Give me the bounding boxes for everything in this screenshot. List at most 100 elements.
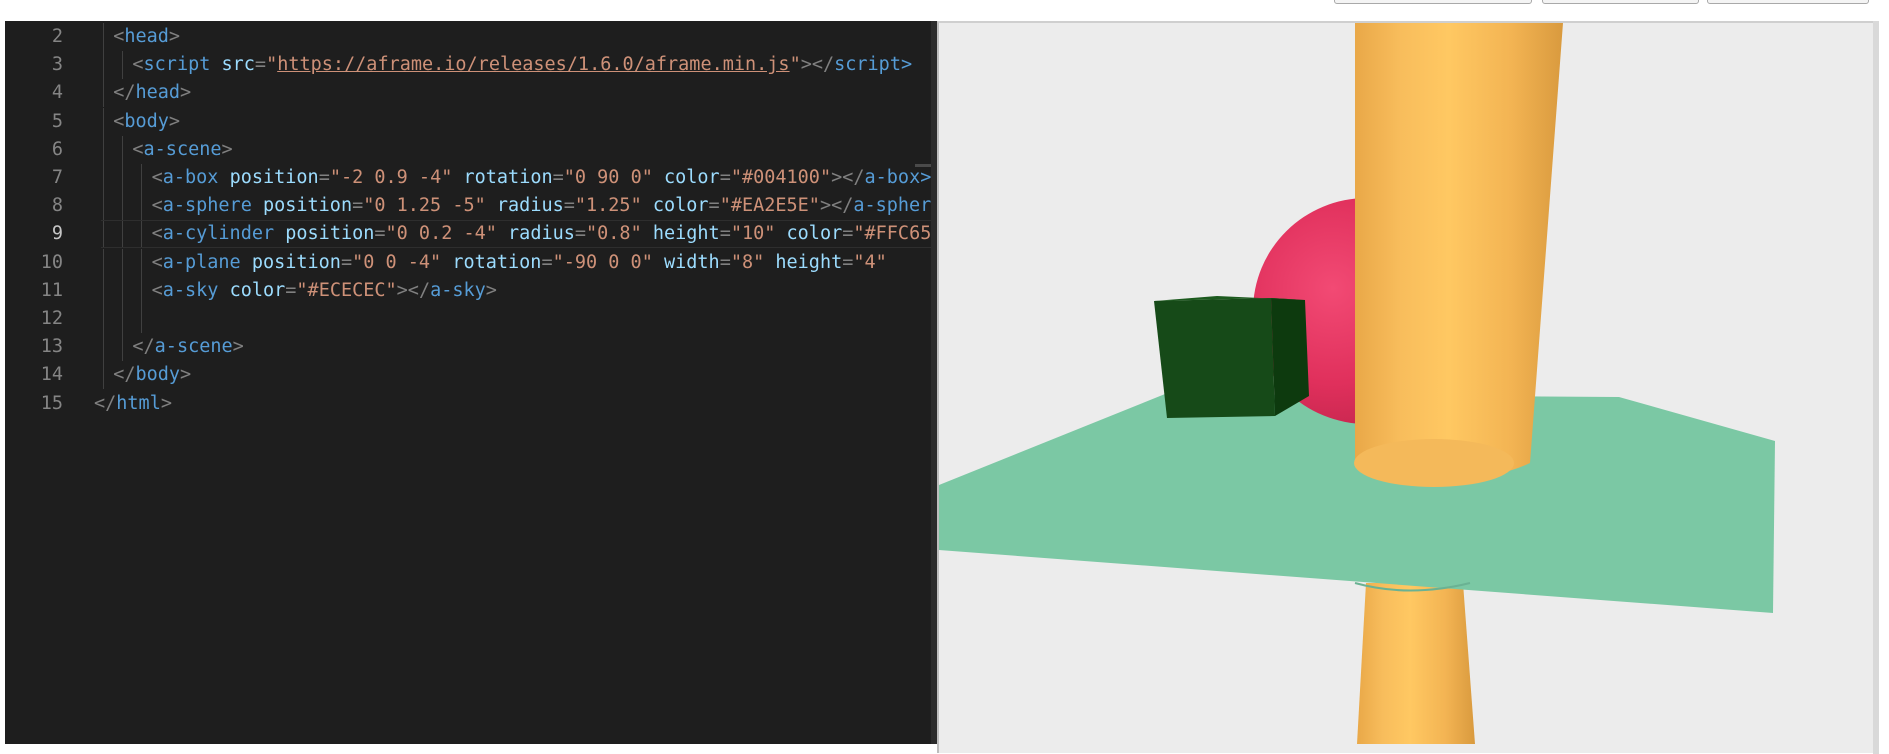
indent-guide <box>103 164 104 192</box>
code-token-tag: a-cylinder <box>162 223 275 245</box>
indent-guide <box>103 23 104 51</box>
code-token-punc: = <box>541 251 553 273</box>
code-token-punc: = <box>563 195 575 217</box>
code-token-punc: < <box>151 167 163 188</box>
code-token-attr: position <box>285 223 375 245</box>
code-token-str: " <box>266 54 278 76</box>
line-number: 14 <box>40 364 63 386</box>
line-number: 7 <box>51 167 63 188</box>
code-token-punc: ></ <box>800 54 835 76</box>
toolbar-button-2[interactable] <box>1542 0 1699 4</box>
code-token-punc: = <box>374 223 386 245</box>
code-text: <body> <box>113 108 180 136</box>
code-text: <a-cylinder position="0 0.2 -4" radius="… <box>152 220 936 248</box>
code-token-punc: > <box>168 26 181 47</box>
code-token-punc: < <box>151 195 163 217</box>
scene-preview[interactable] <box>937 21 1873 753</box>
indent-guide <box>122 220 124 249</box>
code-token-punc: < <box>113 26 125 47</box>
line-number: 15 <box>40 392 63 414</box>
code-token-attr: position <box>251 251 341 273</box>
code-token-str: " <box>789 54 801 76</box>
code-token-tag: head <box>135 82 181 104</box>
code-token-punc: > <box>221 138 233 160</box>
code-token-attr: position <box>262 195 353 217</box>
indent-guide <box>103 361 104 390</box>
indent-guide <box>122 248 124 277</box>
code-token-tag: a-sky <box>430 279 486 301</box>
code-line[interactable]: 15 </html> <box>5 390 936 418</box>
code-token-str: "#ECECEC" <box>296 279 397 301</box>
indent-guide <box>103 333 104 362</box>
code-token-str: "0.8" <box>586 223 642 245</box>
code-token-attr: color <box>652 195 709 217</box>
code-token-punc: = <box>318 167 330 188</box>
code-token-punc: = <box>352 195 364 217</box>
indent-guide <box>122 135 124 164</box>
code-line[interactable]: 3 <script src="https://aframe.io/releases… <box>5 51 936 80</box>
toolbar-button-3[interactable] <box>1707 0 1869 4</box>
code-line[interactable]: 8 <a-sphere position="0 1.25 -5" radius="… <box>5 192 936 221</box>
code-token-punc: < <box>151 251 163 273</box>
line-number: 12 <box>40 308 63 329</box>
indent-guide <box>122 164 124 192</box>
code-text: <a-scene> <box>132 136 232 164</box>
code-token-tag: body <box>124 110 169 132</box>
indent-guide <box>103 220 104 249</box>
indent-guide <box>141 305 143 333</box>
code-token-tag: a-box> <box>864 167 932 188</box>
code-line[interactable]: 9 <a-cylinder position="0 0.2 -4" radius=… <box>5 220 936 249</box>
code-line[interactable]: 2 <head> <box>5 23 936 51</box>
code-token-attr: radius <box>508 223 575 245</box>
indent-guide <box>141 248 143 277</box>
code-token-str: "#EA2E5E" <box>719 195 820 217</box>
code-token-tag: a-plane <box>162 251 241 273</box>
code-token-attr: radius <box>496 195 564 217</box>
indent-guide <box>103 107 104 136</box>
indent-guide <box>103 192 104 221</box>
code-token-tag: html <box>116 392 161 414</box>
line-number: 13 <box>40 336 63 358</box>
code-token-attr: width <box>663 251 720 273</box>
code-token-tag: script> <box>834 54 913 76</box>
code-token-attr: position <box>229 167 319 188</box>
code-token-punc: = <box>719 223 731 245</box>
code-line[interactable]: 5 <body> <box>5 107 936 136</box>
code-token-punc: = <box>552 167 564 188</box>
code-token-tag: a-sky <box>162 279 219 301</box>
code-editor[interactable]: 2 <head> 3 <script src="https://aframe.io/r… <box>5 21 936 744</box>
indent-guide <box>141 192 143 221</box>
code-token-punc: = <box>708 195 720 217</box>
indent-guide <box>122 51 124 80</box>
code-token-str: "8" <box>730 251 765 273</box>
code-token-link[interactable]: https://aframe.io/releases/1.6.0/aframe.… <box>277 54 789 75</box>
code-token-str: "-90 0 0" <box>552 251 653 273</box>
cylinder-upper <box>1355 23 1563 478</box>
code-token-attr: height <box>652 223 720 245</box>
code-line[interactable]: 6 <a-scene> <box>5 135 936 164</box>
code-line[interactable]: 7 <a-box position="-2 0.9 -4" rotation="0… <box>5 164 936 192</box>
code-line[interactable]: 13 </a-scene> <box>5 333 936 362</box>
code-line[interactable]: 12 <box>5 305 936 333</box>
code-token-punc: </ <box>113 364 136 386</box>
code-token-punc: ></ <box>819 195 854 217</box>
code-line[interactable]: 4 </head> <box>5 79 936 108</box>
code-line[interactable]: 11 <a-sky color="#ECECEC"></a-sky> <box>5 276 936 305</box>
preview-scrollbar[interactable] <box>1873 21 1879 754</box>
code-token-punc: </ <box>132 336 155 358</box>
indent-guide <box>103 248 104 277</box>
indent-guide <box>103 51 104 80</box>
line-number: 3 <box>51 54 63 76</box>
code-token-punc: = <box>285 279 297 301</box>
indent-guide <box>103 305 104 333</box>
toolbar-button-1[interactable] <box>1334 0 1532 4</box>
code-line[interactable]: 14 </body> <box>5 361 936 390</box>
code-token-str: "#FFC65D" <box>853 223 936 245</box>
code-token-punc: < <box>132 138 144 160</box>
code-line[interactable]: 10 <a-plane position="0 0 -4" rotation="-… <box>5 248 936 277</box>
